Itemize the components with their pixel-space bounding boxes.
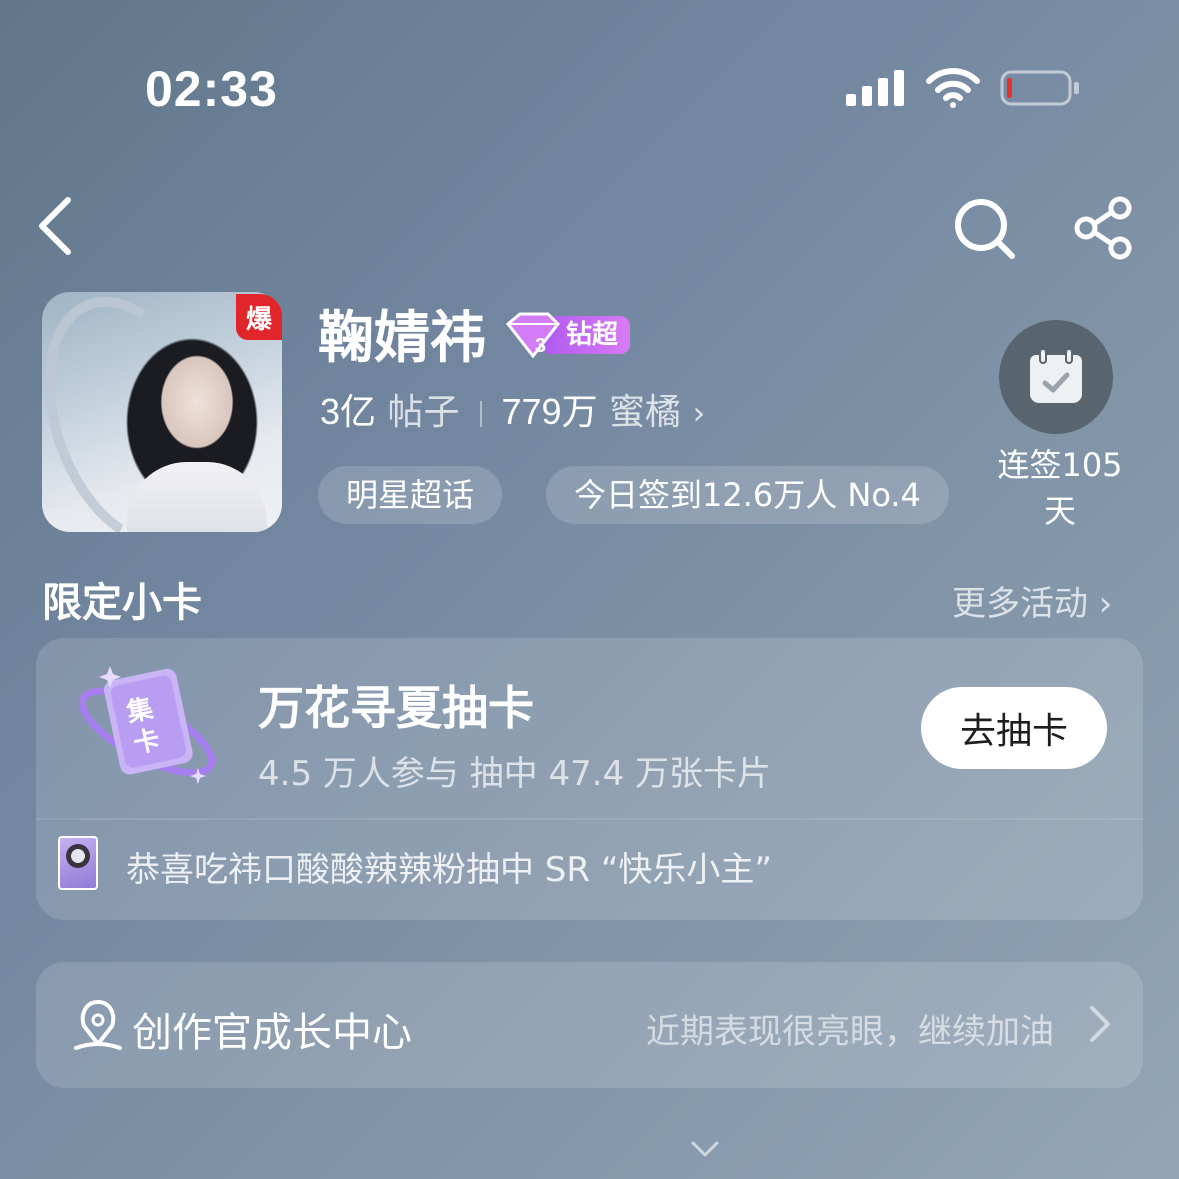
category-tag[interactable]: 明星超话 bbox=[318, 466, 503, 524]
card-collection-icon: 集 卡 bbox=[78, 666, 216, 784]
signal-icon bbox=[846, 70, 904, 106]
vip-level: 3 bbox=[535, 335, 546, 357]
card-title: 万花寻夏抽卡 bbox=[258, 681, 534, 735]
back-icon[interactable] bbox=[30, 196, 90, 256]
creator-center-title: 创作官成长中心 bbox=[132, 1010, 412, 1056]
status-time: 02:33 bbox=[145, 61, 278, 117]
creator-pen-icon bbox=[74, 1000, 122, 1050]
draw-card-button[interactable]: 去抽卡 bbox=[921, 687, 1107, 769]
hot-badge: 爆 bbox=[236, 294, 282, 340]
wifi-icon bbox=[926, 68, 980, 108]
posts-count: 3亿 bbox=[320, 391, 377, 432]
checkin-streak-line1: 连签105 bbox=[997, 446, 1123, 484]
card-subtitle: 4.5 万人参与 抽中 47.4 万张卡片 bbox=[258, 754, 772, 794]
topic-stats[interactable]: 3亿 帖子 779万 蜜橘 › bbox=[320, 388, 705, 437]
more-activities-link[interactable]: 更多活动 › bbox=[952, 576, 1112, 625]
search-icon[interactable] bbox=[952, 196, 1016, 260]
calendar-check-icon bbox=[1030, 348, 1082, 403]
checkin-button[interactable] bbox=[999, 320, 1113, 434]
checkin-streak-line2: 天 bbox=[1043, 492, 1076, 530]
topic-name: 鞠婧祎 bbox=[318, 306, 486, 371]
draw-notice[interactable]: 恭喜吃祎口酸酸辣辣粉抽中 SR “快乐小主” bbox=[126, 842, 772, 891]
chevron-right-icon: › bbox=[692, 394, 706, 432]
creator-center-tip: 近期表现很亮眼，继续加油 bbox=[646, 1012, 1054, 1052]
chevron-right-icon bbox=[1090, 1006, 1110, 1042]
sr-card-thumbnail bbox=[58, 836, 98, 890]
share-icon[interactable] bbox=[1072, 196, 1136, 260]
card-divider bbox=[36, 818, 1143, 820]
battery-icon bbox=[1000, 70, 1079, 106]
checkin-streak: 连签105 天 bbox=[990, 442, 1130, 534]
fans-unit: 蜜橘 bbox=[609, 392, 682, 433]
diamond-icon: 3 bbox=[505, 312, 560, 358]
posts-unit: 帖子 bbox=[387, 392, 460, 433]
stats-divider bbox=[479, 401, 482, 427]
section-title: 限定小卡 bbox=[42, 580, 202, 626]
chevron-down-icon[interactable] bbox=[690, 1138, 720, 1160]
fans-count: 779万 bbox=[501, 391, 598, 432]
checkin-rank-tag[interactable]: 今日签到12.6万人 No.4 bbox=[546, 466, 949, 524]
